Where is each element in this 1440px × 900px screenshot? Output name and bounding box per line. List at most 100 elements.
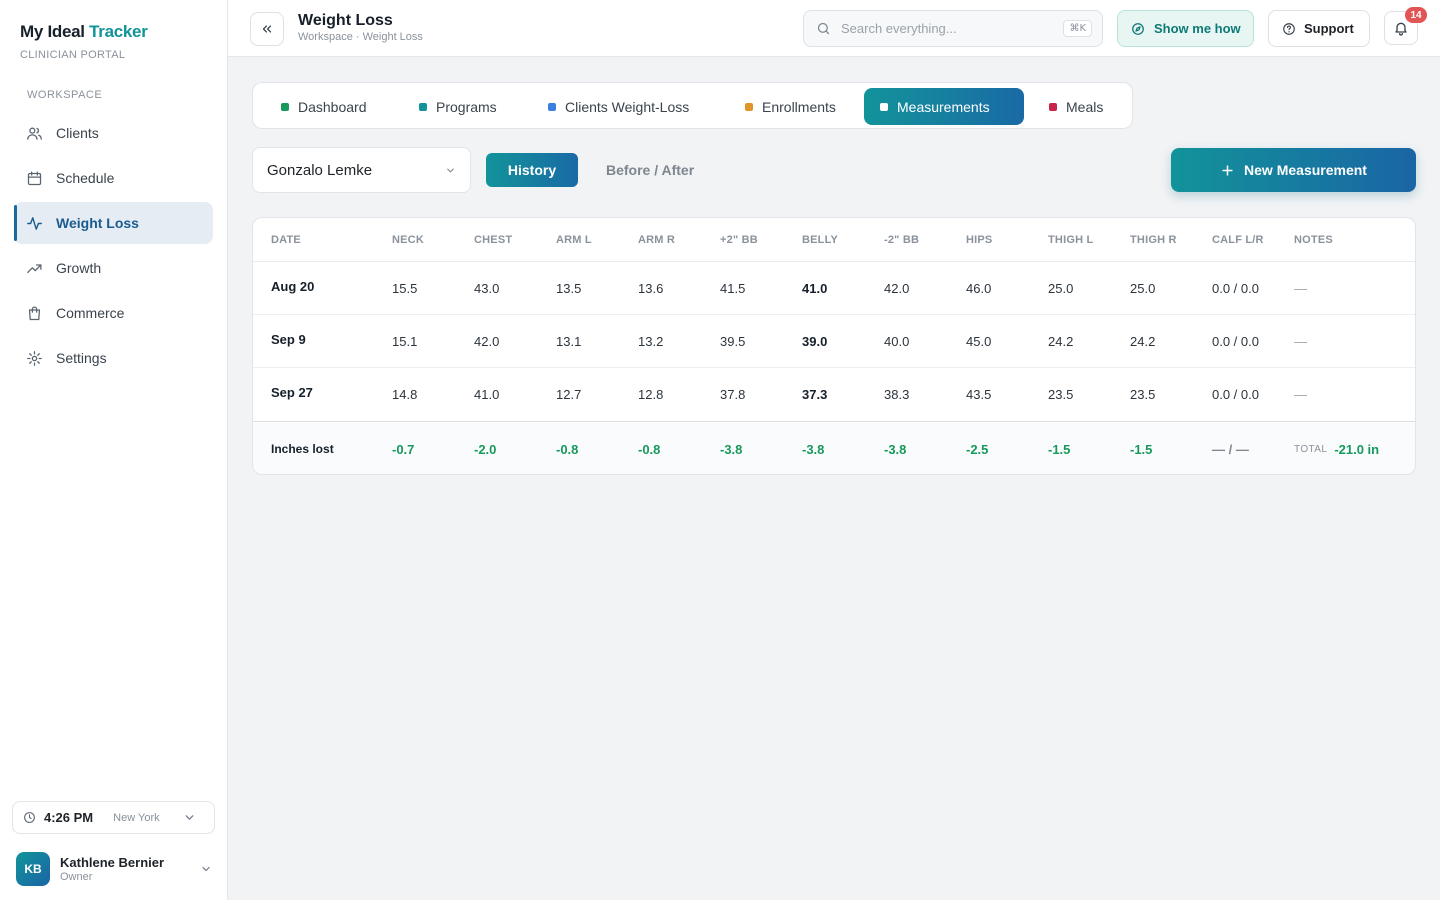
search-icon (817, 22, 830, 35)
sidebar-item-label: Commerce (56, 305, 125, 321)
module-tabs: Dashboard Programs Clients Weight-Loss E… (252, 82, 1133, 129)
cell-calf: 0.0 / 0.0 (1212, 333, 1259, 349)
tab-meals[interactable]: Meals (1033, 88, 1119, 125)
cell-calf: 0.0 / 0.0 (1212, 280, 1259, 296)
breadcrumb: Workspace · Weight Loss (298, 31, 423, 43)
new-measurement-label: New Measurement (1244, 162, 1367, 178)
cell-thigh-r: 23.5 (1130, 387, 1156, 402)
support-label: Support (1304, 21, 1354, 36)
cell-chest: 41.0 (474, 387, 500, 402)
cell-chest: 43.0 (474, 280, 500, 296)
gear-icon (27, 350, 42, 366)
plus-icon (1222, 164, 1233, 176)
tab-programs[interactable]: Programs (403, 88, 513, 125)
column-header-belly: BELLY (802, 233, 839, 246)
before-after-toggle[interactable]: Before / After (592, 153, 708, 187)
cell-belly: 37.3 (802, 387, 828, 402)
brand-name-part2: Tracker (89, 22, 148, 41)
cell-notes: — (1294, 387, 1307, 402)
sidebar-item-label: Clients (56, 125, 99, 141)
tab-color-dot (1049, 102, 1057, 111)
topbar: Weight Loss Workspace · Weight Loss ⌘K S… (228, 0, 1440, 57)
user-role: Owner (60, 871, 93, 883)
search-input[interactable] (841, 21, 1064, 36)
table-row[interactable]: Sep 27 14.8 41.0 12.7 12.8 37.8 37.3 38.… (253, 368, 1415, 422)
shopping-bag-icon (28, 306, 41, 320)
sidebar-item-schedule[interactable]: Schedule (14, 157, 213, 199)
sidebar-item-weight-loss[interactable]: Weight Loss (14, 202, 213, 244)
cell-notes: — (1294, 333, 1307, 349)
cell-date: Sep 27 (271, 385, 313, 400)
tab-enrollments[interactable]: Enrollments (729, 88, 852, 125)
brand-logo[interactable]: My Ideal Tracker (20, 22, 148, 42)
sidebar-item-settings[interactable]: Settings (14, 337, 213, 379)
column-header-date: DATE (271, 233, 301, 246)
cell-arm-l: 12.7 (556, 387, 582, 402)
loss-belly: -3.8 (802, 441, 825, 457)
client-select-value: Gonzalo Lemke (267, 161, 373, 179)
column-header-arm-l: ARM L (556, 233, 592, 246)
column-header-thigh-r: THIGH R (1130, 233, 1177, 246)
tab-color-dot (419, 102, 427, 111)
cell-plus2-bb: 41.5 (720, 280, 746, 296)
history-toggle[interactable]: History (486, 153, 578, 187)
loss-thigh-l: -1.5 (1048, 441, 1071, 457)
cell-date: Sep 9 (271, 331, 306, 347)
show-me-how-button[interactable]: Show me how (1117, 10, 1254, 47)
table-row[interactable]: Aug 20 15.5 43.0 13.5 13.6 41.5 41.0 42.… (253, 262, 1415, 315)
chevron-down-icon (185, 815, 194, 820)
tab-label: Clients Weight-Loss (565, 98, 690, 115)
users-icon (27, 127, 42, 140)
column-header-calf: CALF L/R (1212, 233, 1264, 246)
cell-minus2-bb: 42.0 (884, 280, 910, 296)
clock-widget[interactable]: 4:26 PM New York (12, 801, 215, 834)
notification-badge: 14 (1405, 7, 1427, 23)
column-header-arm-r: ARM R (638, 233, 676, 246)
avatar: KB (16, 852, 50, 886)
notifications-button[interactable]: 14 (1384, 7, 1427, 45)
chevrons-left-icon (262, 25, 272, 33)
tab-color-dot (548, 102, 556, 111)
sidebar-item-clients[interactable]: Clients (14, 112, 213, 154)
tab-label: Measurements (897, 98, 990, 115)
clock-timezone: New York (113, 811, 160, 824)
loss-calf: — / — (1212, 441, 1249, 457)
tab-dashboard[interactable]: Dashboard (265, 88, 383, 125)
loss-chest: -2.0 (474, 441, 497, 457)
inches-lost-row: Inches lost -0.7 -2.0 -0.8 -0.8 -3.8 -3.… (253, 423, 1415, 474)
cell-hips: 46.0 (966, 280, 992, 296)
sidebar-item-growth[interactable]: Growth (14, 247, 213, 289)
support-button[interactable]: Support (1268, 10, 1370, 47)
activity-icon (27, 216, 42, 230)
tab-label: Enrollments (762, 98, 836, 115)
cell-arm-r: 13.6 (638, 280, 664, 296)
user-menu[interactable]: KB Kathlene Bernier Owner (16, 852, 216, 886)
cell-arm-r: 13.2 (638, 333, 664, 349)
loss-minus2-bb: -3.8 (884, 441, 907, 457)
new-measurement-button[interactable]: New Measurement (1171, 148, 1416, 192)
table-row[interactable]: Sep 9 15.1 42.0 13.1 13.2 39.5 39.0 40.0… (253, 315, 1415, 368)
column-header-notes: NOTES (1294, 233, 1333, 246)
cell-neck: 15.5 (392, 280, 418, 296)
cell-thigh-l: 25.0 (1048, 280, 1074, 296)
sidebar-item-label: Schedule (56, 170, 115, 186)
tab-color-dot (880, 102, 888, 111)
tab-measurements[interactable]: Measurements (864, 88, 1024, 125)
cell-thigh-r: 24.2 (1130, 333, 1156, 349)
cell-minus2-bb: 40.0 (884, 333, 910, 349)
column-header-thigh-l: THIGH L (1048, 233, 1094, 246)
clock-time: 4:26 PM (44, 810, 94, 825)
tab-clients-weight-loss[interactable]: Clients Weight-Loss (532, 88, 705, 125)
cell-minus2-bb: 38.3 (884, 387, 910, 402)
total-value: -21.0 in (1334, 441, 1380, 457)
client-select[interactable]: Gonzalo Lemke (252, 147, 471, 193)
cell-calf: 0.0 / 0.0 (1212, 387, 1259, 402)
clock-icon (24, 812, 35, 823)
column-header-plus2-bb: +2" BB (720, 233, 758, 246)
sidebar-item-commerce[interactable]: Commerce (14, 292, 213, 334)
cell-neck: 15.1 (392, 333, 418, 349)
measurements-table: DATE NECK CHEST ARM L ARM R +2" BB BELLY… (252, 217, 1416, 475)
column-header-chest: CHEST (474, 233, 513, 246)
collapse-sidebar-button[interactable] (250, 12, 284, 46)
total-label: TOTAL (1294, 443, 1328, 455)
